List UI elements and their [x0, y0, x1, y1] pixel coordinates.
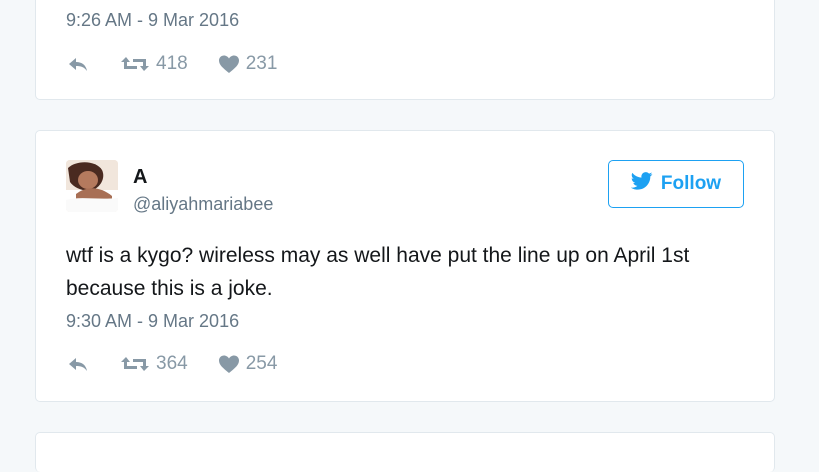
retweet-icon	[120, 355, 150, 373]
tweet-actions: 364 254	[66, 353, 307, 375]
display-name[interactable]: A	[133, 166, 147, 189]
tweet-timestamp[interactable]: 9:30 AM - 9 Mar 2016	[66, 311, 239, 332]
tweet-card: A @aliyahmariabee Follow wtf is a kygo? …	[35, 130, 775, 402]
reply-icon	[66, 356, 90, 372]
tweet-timestamp[interactable]: 9:26 AM - 9 Mar 2016	[66, 10, 239, 31]
like-button[interactable]: 254	[218, 353, 278, 375]
retweet-count: 418	[156, 53, 188, 74]
heart-icon	[218, 355, 240, 374]
like-count: 254	[245, 353, 278, 374]
avatar[interactable]	[66, 160, 118, 212]
retweet-count: 364	[156, 353, 188, 374]
like-count: 231	[245, 53, 278, 74]
like-button[interactable]: 231	[218, 53, 278, 75]
twitter-bird-icon	[630, 172, 661, 196]
retweet-button[interactable]: 364	[120, 353, 188, 375]
user-handle[interactable]: @aliyahmariabee	[133, 194, 273, 215]
follow-button[interactable]: Follow	[608, 160, 744, 208]
tweet-actions: 418 231	[66, 53, 307, 75]
retweet-button[interactable]: 418	[120, 53, 188, 75]
retweet-icon	[120, 55, 150, 73]
tweet-card	[35, 432, 775, 472]
follow-label: Follow	[660, 173, 722, 194]
heart-icon	[218, 55, 240, 74]
reply-button[interactable]	[66, 356, 90, 372]
tweet-card: 9:26 AM - 9 Mar 2016 418 231	[35, 0, 775, 100]
reply-button[interactable]	[66, 56, 90, 72]
reply-icon	[66, 56, 90, 72]
tweet-text: wtf is a kygo? wireless may as well have…	[66, 244, 690, 300]
